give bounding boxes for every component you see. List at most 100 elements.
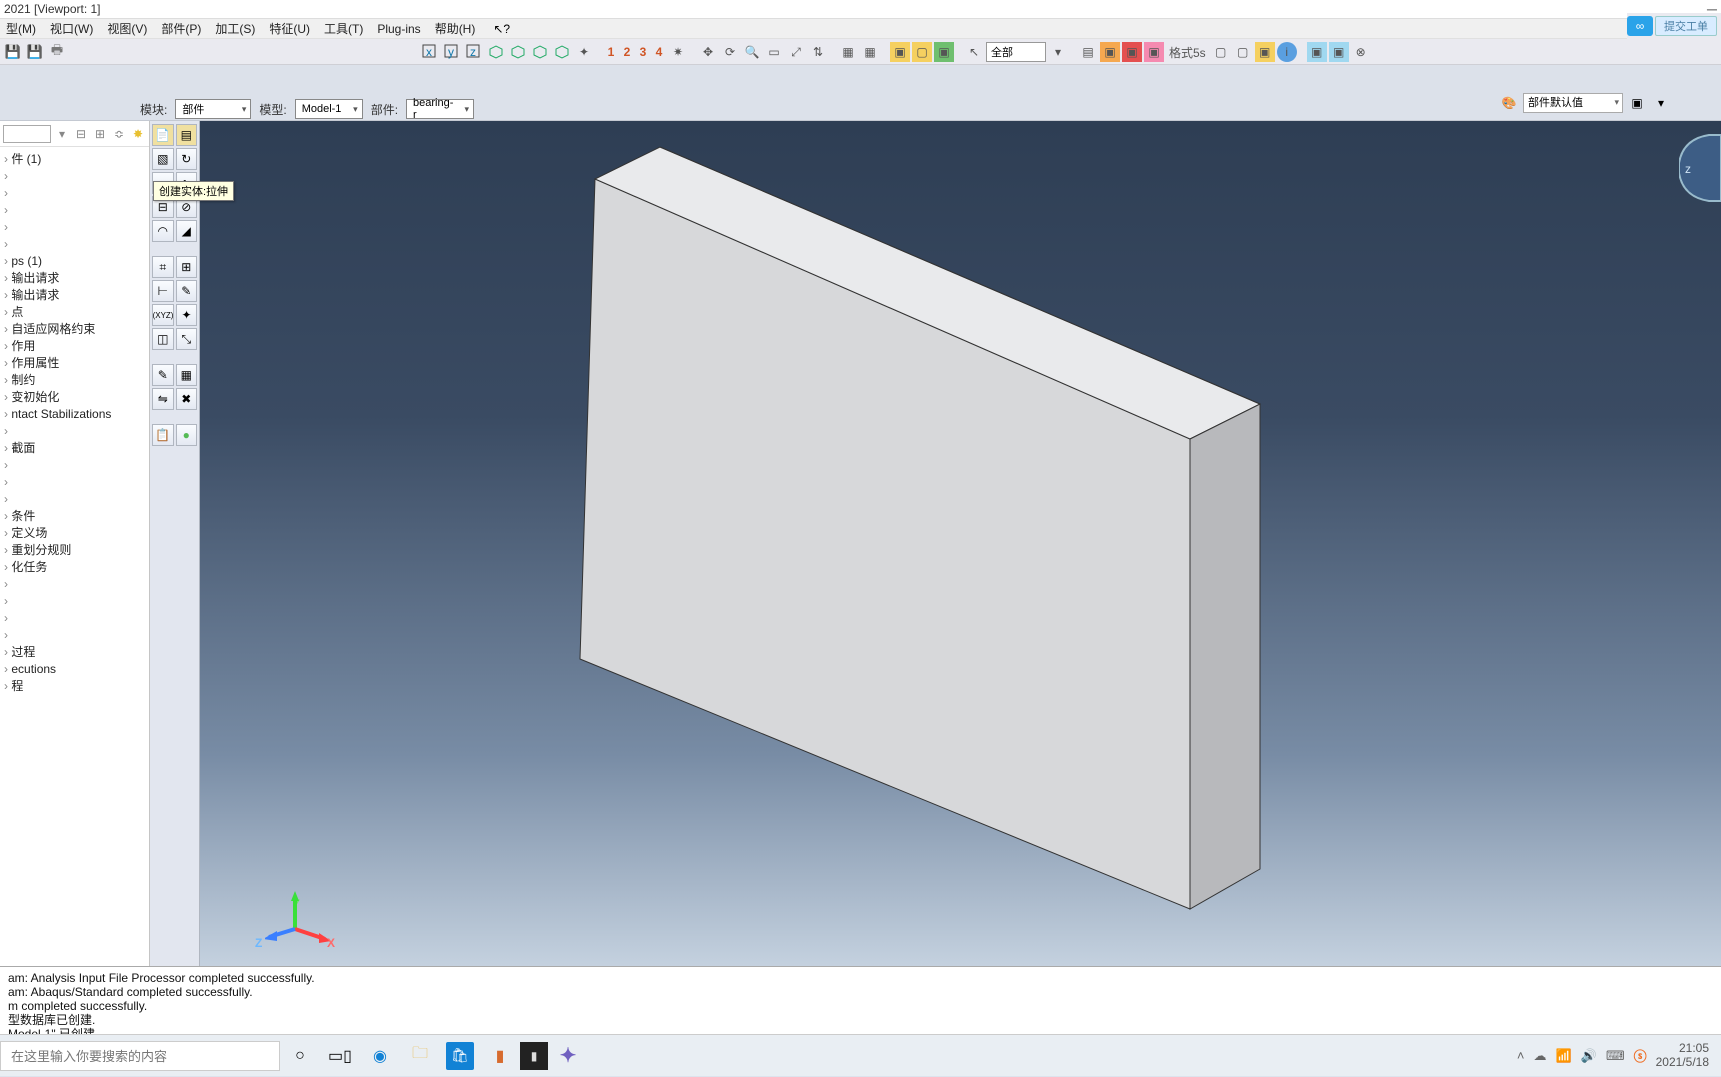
- tray-wifi-icon[interactable]: 📶: [1555, 1048, 1571, 1064]
- print-icon[interactable]: 🖶: [48, 43, 66, 61]
- grid2-icon[interactable]: ▦: [860, 42, 880, 62]
- tree-item[interactable]: 程: [0, 678, 149, 695]
- view-yz-icon[interactable]: y: [442, 42, 462, 62]
- persp-icon[interactable]: ▤: [1078, 42, 1098, 62]
- box-icon-1[interactable]: ▢: [1211, 42, 1231, 62]
- menu-view[interactable]: 视图(V): [107, 20, 147, 37]
- view-cube-icon[interactable]: z: [1679, 133, 1721, 203]
- datum-axis-icon[interactable]: ⤡: [176, 328, 198, 350]
- color-dropdown-icon[interactable]: ▾: [1651, 93, 1671, 113]
- tree-item[interactable]: [0, 491, 149, 508]
- tray-ime-icon[interactable]: ⌨: [1606, 1048, 1625, 1064]
- saved-view-2[interactable]: 2: [620, 45, 634, 59]
- tree-item[interactable]: 输出请求: [0, 270, 149, 287]
- menu-plugins[interactable]: Plug-ins: [377, 22, 420, 36]
- tree-item[interactable]: [0, 474, 149, 491]
- saved-view-4[interactable]: 4: [652, 45, 666, 59]
- tray-volume-icon[interactable]: 🔊: [1581, 1048, 1597, 1064]
- create-part-icon[interactable]: 📄: [152, 124, 174, 146]
- tree-item[interactable]: 截面: [0, 440, 149, 457]
- datum-csys-icon[interactable]: ✦: [176, 304, 197, 326]
- tree-item[interactable]: ps (1): [0, 253, 149, 270]
- cloud-icon[interactable]: ∞: [1627, 16, 1653, 36]
- ms-store-icon[interactable]: 🛍: [446, 1042, 474, 1070]
- tree-item[interactable]: 制约: [0, 372, 149, 389]
- tree-item[interactable]: [0, 219, 149, 236]
- menu-part[interactable]: 部件(P): [161, 20, 201, 37]
- abaqus-icon[interactable]: ✦: [548, 1035, 588, 1077]
- tree-item[interactable]: 件 (1): [0, 151, 149, 168]
- tree-item[interactable]: [0, 185, 149, 202]
- color-option-combo[interactable]: 部件默认值: [1523, 93, 1623, 113]
- taskbar-search-input[interactable]: 在这里输入你要搜索的内容: [0, 1041, 280, 1071]
- rotate-icon[interactable]: ⟳: [720, 42, 740, 62]
- menu-viewport[interactable]: 视口(W): [50, 20, 93, 37]
- context-help-icon[interactable]: ↖?: [493, 22, 510, 36]
- tree-item[interactable]: 定义场: [0, 525, 149, 542]
- tree-item[interactable]: [0, 202, 149, 219]
- pan-icon[interactable]: ✥: [698, 42, 718, 62]
- saved-view-3[interactable]: 3: [636, 45, 650, 59]
- render-hidden-icon[interactable]: ▣: [934, 42, 954, 62]
- part-combo[interactable]: bearing-r: [406, 99, 474, 119]
- view-iso1-icon[interactable]: [486, 42, 506, 62]
- tree-item[interactable]: 重划分规则: [0, 542, 149, 559]
- tree-item[interactable]: [0, 576, 149, 593]
- tree-items[interactable]: 件 (1)ps (1)输出请求输出请求点自适应网格约束作用作用属性制约变初始化n…: [0, 147, 149, 699]
- datum-xyz-icon[interactable]: (XYZ): [152, 304, 174, 326]
- tree-item[interactable]: 点: [0, 304, 149, 321]
- tray-onedrive-icon[interactable]: ☁: [1533, 1048, 1546, 1064]
- tree-item[interactable]: 自适应网格约束: [0, 321, 149, 338]
- menu-model[interactable]: 型(M): [6, 20, 36, 37]
- menu-tools[interactable]: 工具(T): [324, 20, 363, 37]
- tree-filter-dropdown-icon[interactable]: ▾: [54, 126, 70, 142]
- color-category-icon[interactable]: 🎨: [1499, 93, 1519, 113]
- view-iso4-icon[interactable]: [552, 42, 572, 62]
- zoom-box-icon[interactable]: ▭: [764, 42, 784, 62]
- mirror-icon[interactable]: ⇋: [152, 388, 174, 410]
- partition-cell-icon[interactable]: ⊞: [176, 256, 198, 278]
- submit-ticket-button[interactable]: 提交工单: [1655, 16, 1717, 36]
- tree-item[interactable]: [0, 457, 149, 474]
- menu-help[interactable]: 帮助(H): [435, 20, 476, 37]
- tray-chevron-icon[interactable]: ˄: [1517, 1048, 1525, 1063]
- saved-view-1[interactable]: 1: [604, 45, 618, 59]
- tools-icon[interactable]: ✖: [176, 388, 198, 410]
- shade-red-icon[interactable]: ▣: [1122, 42, 1142, 62]
- geometry-edit-icon[interactable]: ✎: [152, 364, 174, 386]
- view-xy-icon[interactable]: x: [420, 42, 440, 62]
- grid1-icon[interactable]: ▦: [838, 42, 858, 62]
- view-csys-icon[interactable]: ✦: [574, 42, 594, 62]
- module-combo[interactable]: 部件: [175, 99, 251, 119]
- tree-item[interactable]: 作用: [0, 338, 149, 355]
- tree-item[interactable]: ntact Stabilizations: [0, 406, 149, 423]
- geometry-repair-icon[interactable]: ▦: [176, 364, 198, 386]
- tree-item[interactable]: 条件: [0, 508, 149, 525]
- save-icon[interactable]: 💾: [4, 43, 22, 61]
- cortana-icon[interactable]: ○: [280, 1035, 320, 1077]
- model-combo[interactable]: Model-1: [295, 99, 363, 119]
- create-solid-extrude-icon[interactable]: ▧: [152, 148, 174, 170]
- create-round-icon[interactable]: ◠: [152, 220, 174, 242]
- tree-item[interactable]: [0, 627, 149, 644]
- create-solid-revolve-icon[interactable]: ↻: [176, 148, 198, 170]
- fit-icon[interactable]: ⤢: [786, 42, 806, 62]
- save-as-icon[interactable]: 💾: [26, 43, 44, 61]
- sim3-icon[interactable]: ⊗: [1351, 42, 1371, 62]
- cmd-icon[interactable]: ▮: [520, 1042, 548, 1070]
- tree-item[interactable]: [0, 593, 149, 610]
- view-cycle-icon[interactable]: ✷: [668, 42, 688, 62]
- menu-shape[interactable]: 加工(S): [215, 20, 255, 37]
- taskbar-clock[interactable]: 21:05 2021/5/18: [1656, 1042, 1709, 1070]
- sim2-icon[interactable]: ▣: [1329, 42, 1349, 62]
- feature-manager-icon[interactable]: 📋: [152, 424, 174, 446]
- partition-face-icon[interactable]: ⌗: [152, 256, 174, 278]
- render-shaded-icon[interactable]: ▣: [890, 42, 910, 62]
- partition-edge-icon[interactable]: ⊢: [152, 280, 174, 302]
- select-dropdown-icon[interactable]: ▾: [1048, 42, 1068, 62]
- tree-item[interactable]: [0, 236, 149, 253]
- tree-highlight-icon[interactable]: ✸: [130, 126, 146, 142]
- partition-sketch-icon[interactable]: ✎: [176, 280, 198, 302]
- tree-item[interactable]: 变初始化: [0, 389, 149, 406]
- view-iso3-icon[interactable]: [530, 42, 550, 62]
